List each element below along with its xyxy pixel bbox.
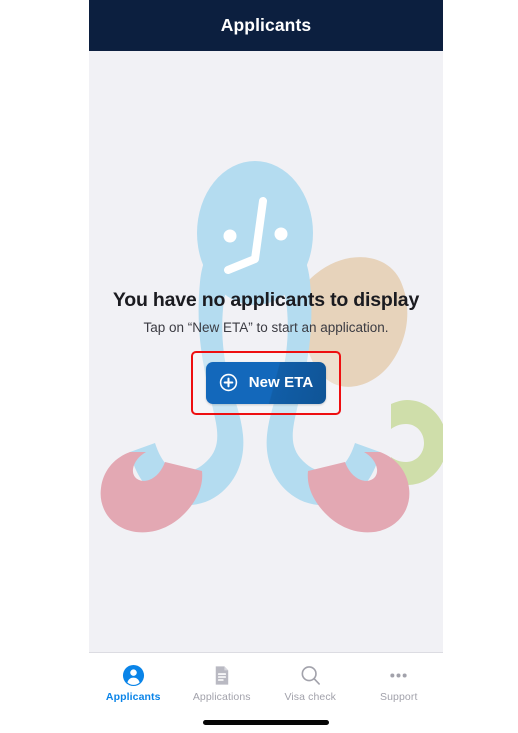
empty-state: You have no applicants to display Tap on… xyxy=(89,51,443,652)
plus-circle-icon xyxy=(219,373,237,392)
main-content: You have no applicants to display Tap on… xyxy=(89,51,443,652)
new-eta-button[interactable]: New ETA xyxy=(206,361,326,404)
empty-state-subtitle: Tap on “New ETA” to start an application… xyxy=(143,319,389,335)
tab-visa-check[interactable]: Visa check xyxy=(266,653,355,710)
tab-applications[interactable]: Applications xyxy=(178,653,267,710)
document-icon xyxy=(216,666,229,685)
phone-screen: Applicants You have no applicants to dis… xyxy=(89,0,443,733)
tab-visa-check-label: Visa check xyxy=(284,691,337,703)
tab-support-label: Support xyxy=(380,691,418,703)
bottom-tab-bar: Applicants Applications Visa check Suppo… xyxy=(89,652,443,710)
tab-applications-label: Applications xyxy=(192,691,251,703)
right-gutter xyxy=(443,0,518,733)
home-indicator-area xyxy=(89,710,443,733)
ellipsis-icon xyxy=(390,673,407,678)
new-eta-button-label: New ETA xyxy=(248,374,314,391)
tab-support[interactable]: Support xyxy=(355,653,444,710)
page-title: Applicants xyxy=(220,15,312,35)
highlight-annotation-box: New ETA xyxy=(191,350,341,415)
empty-state-title: You have no applicants to display xyxy=(112,288,420,311)
tab-applicants[interactable]: Applicants xyxy=(89,653,178,710)
home-indicator-bar[interactable] xyxy=(203,720,329,725)
left-gutter xyxy=(0,0,89,733)
app-header: Applicants xyxy=(89,0,443,51)
person-circle-icon xyxy=(122,664,144,687)
search-icon xyxy=(301,666,320,685)
tab-applicants-label: Applicants xyxy=(105,691,161,703)
